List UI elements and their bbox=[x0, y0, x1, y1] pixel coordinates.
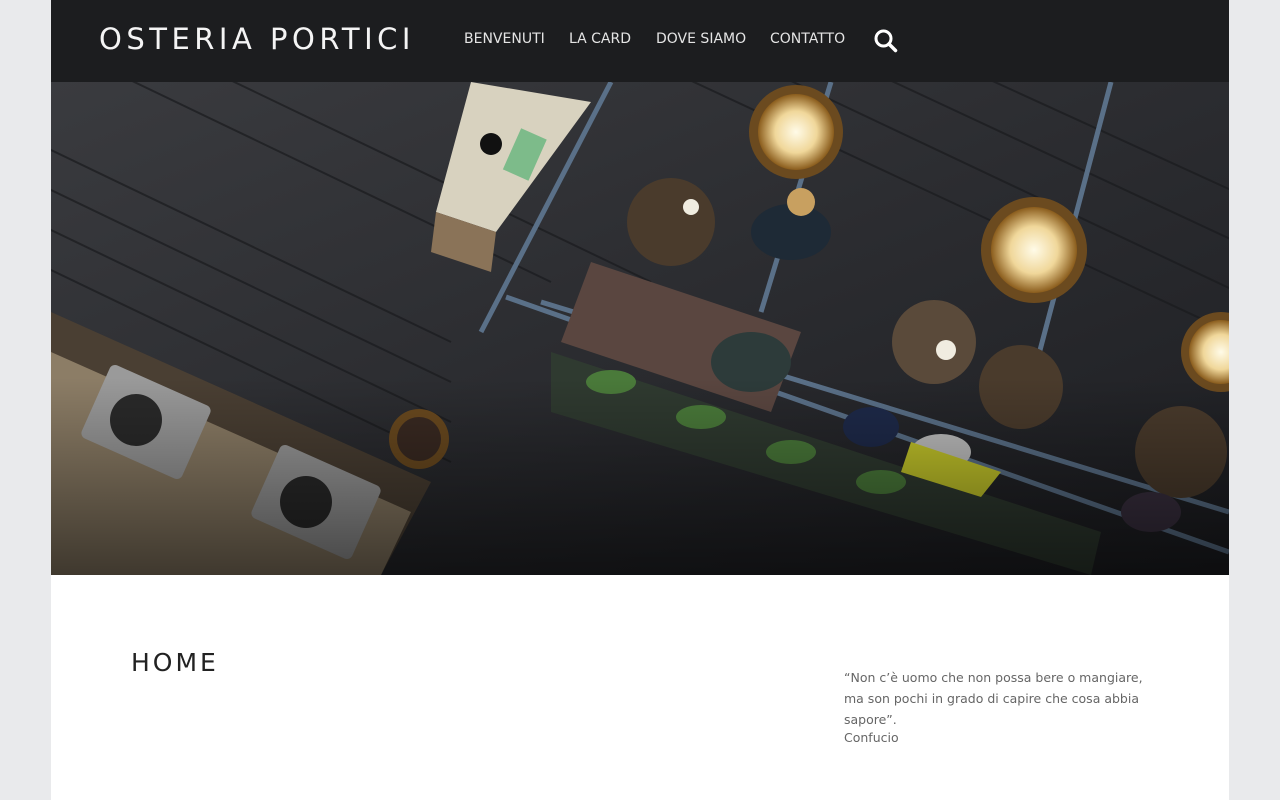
page-container: OSTERIA PORTICI BENVENUTI LA CARD DOVE S… bbox=[51, 0, 1229, 800]
search-icon[interactable] bbox=[873, 28, 899, 54]
nav-item-benvenuti[interactable]: BENVENUTI bbox=[464, 31, 545, 47]
nav-item-contatto[interactable]: CONTATTO bbox=[770, 31, 845, 47]
nav-item-dove-siamo[interactable]: DOVE SIAMO bbox=[656, 31, 746, 47]
quote-author: Confucio bbox=[844, 730, 899, 745]
site-header: OSTERIA PORTICI BENVENUTI LA CARD DOVE S… bbox=[51, 0, 1229, 82]
nav-item-la-card[interactable]: LA CARD bbox=[569, 31, 631, 47]
sidebar-quote: “Non c’è uomo che non possa bere o mangi… bbox=[844, 670, 1143, 727]
site-title-link[interactable]: OSTERIA PORTICI bbox=[99, 22, 415, 56]
hero-image bbox=[51, 82, 1229, 575]
page-title: HOME bbox=[131, 648, 219, 677]
